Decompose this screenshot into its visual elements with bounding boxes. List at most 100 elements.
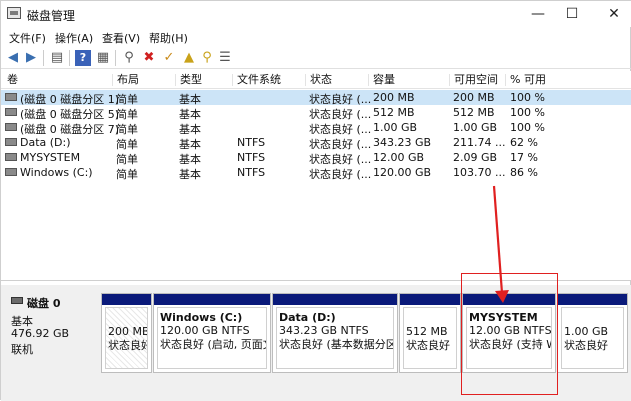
partition-name: Windows (C:) [160, 311, 243, 324]
cell-free-space: 211.74 ... [453, 136, 506, 149]
partition-bar [154, 294, 270, 305]
cell-capacity: 1.00 GB [373, 121, 418, 134]
volume-icon [5, 168, 17, 176]
cell-percent-free: 62 % [510, 136, 538, 149]
partition-status: 状态良好 [564, 339, 608, 352]
column-layout[interactable]: 布局 [112, 74, 139, 86]
table-row[interactable]: Windows (C:) 简单 基本 NTFS 状态良好 (... 120.00… [1, 165, 631, 181]
list-icon[interactable]: ☰ [217, 50, 233, 66]
table-row[interactable]: Data (D:) 简单 基本 NTFS 状态良好 (... 343.23 GB… [1, 135, 631, 151]
partition[interactable]: 1.00 GB 状态良好 [557, 293, 628, 373]
table-row[interactable]: (磁盘 0 磁盘分区 7) 简单 基本 状态良好 (... 1.00 GB 1.… [1, 120, 631, 136]
partition-size: 343.23 GB NTFS [279, 324, 369, 337]
partition-bar [273, 294, 397, 305]
refresh-icon[interactable]: ▦ [95, 50, 111, 66]
maximize-button[interactable]: ☐ [549, 1, 595, 27]
column-volume[interactable]: 卷 [1, 74, 18, 86]
cell-filesystem: NTFS [237, 166, 266, 179]
table-row[interactable]: MYSYSTEM 简单 基本 NTFS 状态良好 (... 12.00 GB 2… [1, 150, 631, 166]
cell-volume: Windows (C:) [20, 166, 93, 179]
cell-capacity: 343.23 GB [373, 136, 432, 149]
disk-status: 联机 [11, 343, 33, 356]
window-title: 磁盘管理 [27, 9, 76, 23]
disk-size: 476.92 GB [11, 327, 70, 340]
partition-size: 200 MB [108, 325, 148, 338]
column-filesystem[interactable]: 文件系统 [232, 74, 281, 86]
cell-status: 状态良好 (... [309, 168, 372, 181]
cell-capacity: 200 MB [373, 91, 415, 104]
partition-size: 120.00 GB NTFS [160, 324, 250, 337]
partition[interactable]: 512 MB 状态良好 [399, 293, 461, 373]
volume-icon [5, 108, 17, 116]
forward-icon[interactable]: ▶ [23, 50, 39, 66]
column-status[interactable]: 状态 [305, 74, 332, 86]
cell-free-space: 512 MB [453, 106, 495, 119]
partition-body: Data (D:) 343.23 GB NTFS 状态良好 (基本数据分区) [276, 307, 394, 369]
volume-icon [5, 153, 17, 161]
cell-percent-free: 100 % [510, 121, 545, 134]
menu-bar: 文件(F) 操作(A) 查看(V) 帮助(H) [1, 28, 631, 46]
cell-layout: 简单 [116, 168, 138, 181]
menu-help[interactable]: 帮助(H) [149, 30, 188, 46]
menu-view[interactable]: 查看(V) [102, 30, 140, 46]
cell-type: 基本 [179, 168, 201, 181]
disk-info[interactable]: 磁盘 0 基本 476.92 GB 联机 [5, 291, 99, 369]
column-capacity[interactable]: 容量 [368, 74, 395, 86]
partition-status: 状态良好 (启动, 页面文 [160, 338, 267, 351]
partition[interactable]: Data (D:) 343.23 GB NTFS 状态良好 (基本数据分区) [272, 293, 398, 373]
disk-icon [11, 297, 23, 304]
partition-bar [102, 294, 151, 305]
cell-percent-free: 100 % [510, 106, 545, 119]
toolbar-separator [43, 50, 44, 66]
table-row[interactable]: (磁盘 0 磁盘分区 5) 简单 基本 状态良好 (... 512 MB 512… [1, 105, 631, 121]
menu-action[interactable]: 操作(A) [55, 30, 93, 46]
volume-icon [5, 138, 17, 146]
partition-name: Data (D:) [279, 311, 336, 324]
properties-icon[interactable]: ▤ [49, 50, 65, 66]
partition-size: 512 MB [406, 325, 448, 338]
column-percent-free[interactable]: % 可用 [505, 74, 546, 86]
volume-icon [5, 123, 17, 131]
toolbar-separator [115, 50, 116, 66]
volume-table: 卷 布局 类型 文件系统 状态 容量 可用空间 % 可用 (磁盘 0 磁盘分区 … [1, 71, 631, 281]
partition[interactable]: 200 MB 状态良好 [101, 293, 152, 373]
column-type[interactable]: 类型 [175, 74, 202, 86]
cell-free-space: 1.00 GB [453, 121, 498, 134]
connect-icon[interactable]: ⚲ [121, 50, 137, 66]
toolbar-separator [69, 50, 70, 66]
partition-size: 1.00 GB [564, 325, 609, 338]
partition-bar [400, 294, 460, 305]
partition-status: 状态良好 [108, 339, 148, 352]
close-button[interactable]: ✕ [591, 1, 631, 27]
search-icon[interactable]: ⚲ [199, 50, 215, 66]
check-icon[interactable]: ✓ [161, 50, 177, 66]
cell-volume: Data (D:) [20, 136, 71, 149]
table-header: 卷 布局 类型 文件系统 状态 容量 可用空间 % 可用 [1, 71, 631, 89]
delete-icon[interactable]: ✖ [141, 50, 157, 66]
partition-body: 200 MB 状态良好 [105, 307, 148, 369]
cell-percent-free: 17 % [510, 151, 538, 164]
partition-status: 状态良好 [406, 339, 450, 352]
volume-icon [5, 93, 17, 101]
cell-capacity: 120.00 GB [373, 166, 432, 179]
annotation-box [461, 273, 558, 395]
table-row[interactable]: (磁盘 0 磁盘分区 1) 简单 基本 状态良好 (... 200 MB 200… [1, 90, 631, 106]
cell-filesystem: NTFS [237, 136, 266, 149]
title-bar: 磁盘管理 — ☐ ✕ [1, 1, 631, 27]
cell-free-space: 2.09 GB [453, 151, 498, 164]
disk-management-icon [7, 7, 21, 19]
column-free-space[interactable]: 可用空间 [449, 74, 498, 86]
cell-filesystem: NTFS [237, 151, 266, 164]
partition-body: 1.00 GB 状态良好 [561, 307, 624, 369]
disk-name: 磁盘 0 [27, 297, 61, 310]
folder-up-icon[interactable]: ▲ [181, 50, 197, 66]
back-icon[interactable]: ◀ [5, 50, 21, 66]
cell-percent-free: 100 % [510, 91, 545, 104]
partition-status: 状态良好 (基本数据分区) [279, 338, 394, 351]
cell-percent-free: 86 % [510, 166, 538, 179]
partition-body: 512 MB 状态良好 [403, 307, 457, 369]
menu-file[interactable]: 文件(F) [9, 30, 46, 46]
partition[interactable]: Windows (C:) 120.00 GB NTFS 状态良好 (启动, 页面… [153, 293, 271, 373]
partition-body: Windows (C:) 120.00 GB NTFS 状态良好 (启动, 页面… [157, 307, 267, 369]
help-icon[interactable]: ? [75, 50, 91, 66]
